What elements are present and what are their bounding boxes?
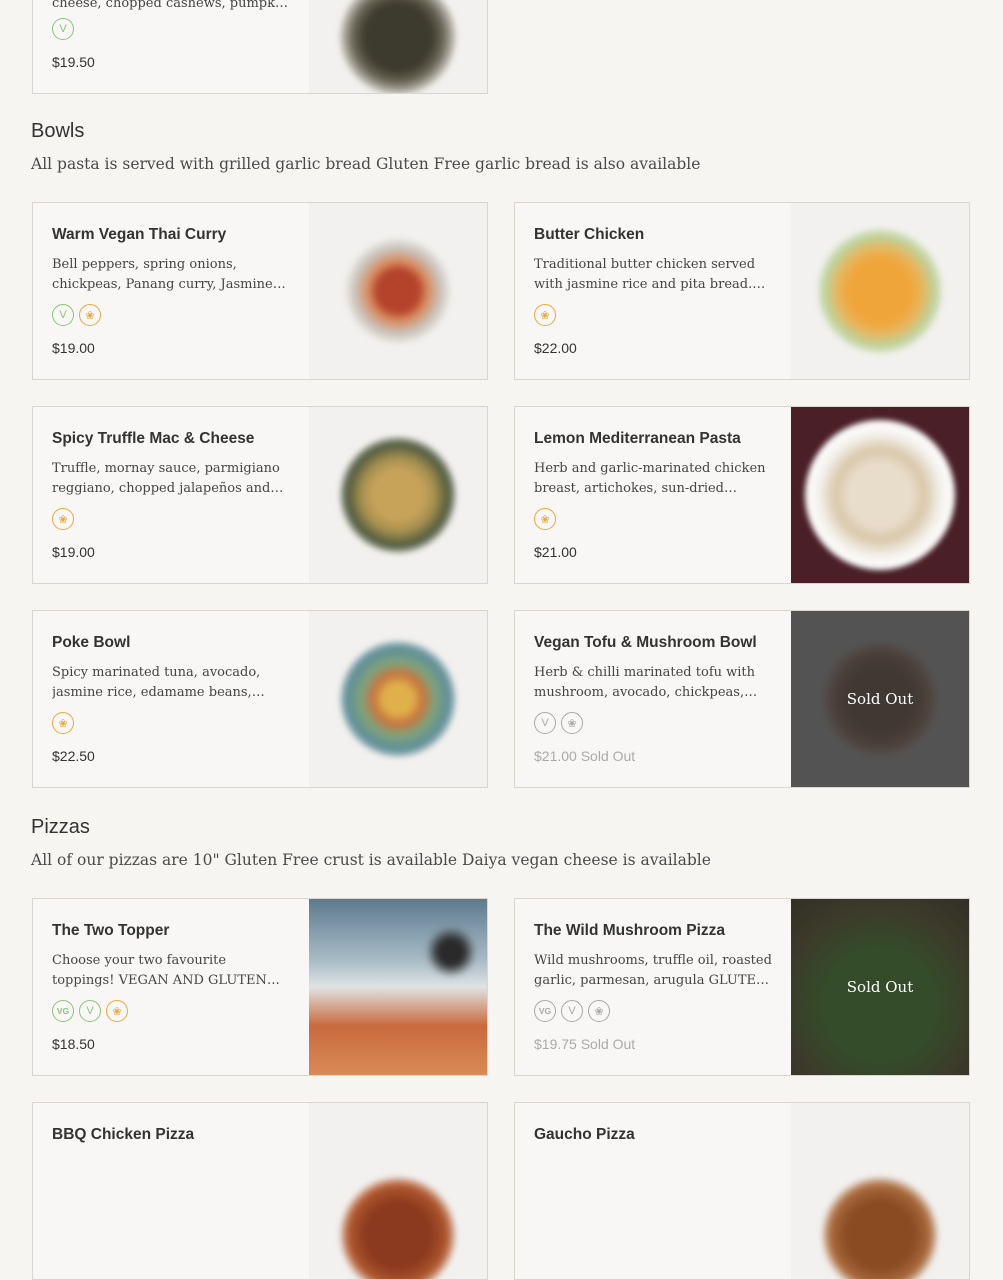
menu-item-photo (791, 1103, 969, 1279)
gluten-free-wheat-icon: ❀ (534, 508, 556, 530)
menu-item-price: $22.50 (52, 748, 95, 764)
dish-image (340, 437, 456, 553)
menu-item-badges: VG V ❀ (52, 1000, 128, 1022)
menu-item-badges: ❀ (52, 712, 74, 734)
menu-item-photo (309, 407, 487, 583)
menu-item-photo (309, 611, 487, 787)
menu-item-price: $19.00 (52, 544, 95, 560)
menu-item-badges: ❀ (534, 304, 556, 326)
menu-item-badges: VG V ❀ (534, 1000, 610, 1022)
menu-item-price: $18.50 (52, 1036, 95, 1052)
menu-item-photo (791, 407, 969, 583)
menu-item-card[interactable]: Gaucho Pizza (514, 1102, 970, 1280)
menu-item-card[interactable]: Spicy Truffle Mac & Cheese Truffle, morn… (32, 406, 488, 584)
vegan-icon: VG (52, 1000, 74, 1022)
vegan-icon: VG (534, 1000, 556, 1022)
menu-item-card[interactable]: Lemon Mediterranean Pasta Herb and garli… (514, 406, 970, 584)
menu-item-description: Herb and garlic-marinated chicken breast… (534, 461, 766, 496)
menu-item-price: $19.50 (52, 54, 95, 70)
section-title-bowls: Bowls (31, 120, 85, 142)
menu-item-description: Bell peppers, spring onions, chickpeas, … (52, 257, 273, 292)
dish-image (805, 420, 955, 570)
menu-item-price: $19.75 Sold Out (534, 1036, 636, 1052)
menu-item-badges: V ❀ (534, 712, 583, 734)
menu-item-name: Poke Bowl (52, 634, 131, 651)
menu-item-card[interactable]: Warm Vegan Thai Curry Bell peppers, spri… (32, 202, 488, 380)
menu-item-price: $21.00 Sold Out (534, 748, 636, 764)
dish-image (340, 1177, 456, 1279)
menu-item-photo (309, 0, 487, 93)
gluten-free-wheat-icon: ❀ (534, 304, 556, 326)
gluten-free-wheat-icon: ❀ (52, 508, 74, 530)
menu-item-photo (309, 1103, 487, 1279)
menu-item-name: BBQ Chicken Pizza (52, 1126, 195, 1143)
menu-item-card[interactable]: Vegan Tofu & Mushroom Bowl Herb & chilli… (514, 610, 970, 788)
section-description-bowls: All pasta is served with grilled garlic … (31, 155, 701, 173)
sold-out-overlay: Sold Out (791, 611, 969, 787)
menu-item-description: Spicy marinated tuna, avocado, jasmine r… (52, 665, 261, 700)
vegetarian-icon: V (52, 18, 74, 40)
menu-item-photo (791, 203, 969, 379)
gluten-free-wheat-icon: ❀ (588, 1000, 610, 1022)
dish-image (822, 1177, 938, 1279)
gluten-free-wheat-icon: ❀ (561, 712, 583, 734)
menu-item-card[interactable]: Poke Bowl Spicy marinated tuna, avocado,… (32, 610, 488, 788)
menu-item-name: Butter Chicken (534, 226, 645, 243)
menu-item-photo: Sold Out (791, 611, 969, 787)
gluten-free-wheat-icon: ❀ (106, 1000, 128, 1022)
menu-item-badges: V ❀ (52, 304, 101, 326)
vegetarian-icon: V (79, 1000, 101, 1022)
menu-item-card[interactable]: Butter Chicken Traditional butter chicke… (514, 202, 970, 380)
menu-item-card[interactable]: The Wild Mushroom Pizza Wild mushrooms, … (514, 898, 970, 1076)
menu-item-name: Spicy Truffle Mac & Cheese (52, 430, 255, 447)
menu-item-description: Herb & chilli marinated tofu with mushro… (534, 665, 756, 700)
menu-item-name: The Wild Mushroom Pizza (534, 922, 726, 939)
menu-item-badges: ❀ (534, 508, 556, 530)
menu-item-card[interactable]: The Two Topper Choose your two favourite… (32, 898, 488, 1076)
menu-item-description: Truffle, mornay sauce, parmigiano reggia… (52, 461, 280, 496)
gluten-free-wheat-icon: ❀ (79, 304, 101, 326)
menu-item-price: $22.00 (534, 340, 577, 356)
menu-item-name: Warm Vegan Thai Curry (52, 226, 227, 243)
menu-item-photo (309, 203, 487, 379)
menu-item-name: Vegan Tofu & Mushroom Bowl (534, 634, 757, 651)
vegetarian-icon: V (561, 1000, 583, 1022)
sold-out-overlay: Sold Out (791, 899, 969, 1075)
menu-item-photo: Sold Out (791, 899, 969, 1075)
menu-item-name: The Two Topper (52, 922, 170, 939)
vegetarian-icon: V (52, 304, 74, 326)
section-description-pizzas: All of our pizzas are 10" Gluten Free cr… (31, 851, 711, 869)
menu-item-name: Gaucho Pizza (534, 1126, 635, 1143)
menu-item-description: Wild mushrooms, truffle oil, roasted gar… (534, 953, 772, 988)
menu-item-price: $21.00 (534, 544, 577, 560)
dish-image (340, 641, 456, 757)
menu-item-badges: V (52, 18, 74, 40)
dish-image (818, 229, 942, 353)
gluten-free-wheat-icon: ❀ (52, 712, 74, 734)
dish-image (346, 239, 450, 343)
menu-item-card[interactable]: BBQ Chicken Pizza (32, 1102, 488, 1280)
menu-item-name: Lemon Mediterranean Pasta (534, 430, 741, 447)
dish-image (421, 921, 482, 982)
menu-item-card[interactable]: cheese, chopped cashews, pumpkin seeds V… (32, 0, 488, 94)
menu-item-price: $19.00 (52, 340, 95, 356)
vegetarian-icon: V (534, 712, 556, 734)
menu-item-photo (309, 899, 487, 1075)
menu-item-description: Traditional butter chicken served with j… (534, 257, 756, 292)
dish-image (340, 0, 456, 93)
menu-item-description: Choose your two favourite toppings! VEGA… (52, 953, 267, 988)
section-title-pizzas: Pizzas (31, 816, 90, 838)
menu-item-badges: ❀ (52, 508, 74, 530)
menu-item-description: cheese, chopped cashews, pumpkin seeds (52, 0, 288, 11)
